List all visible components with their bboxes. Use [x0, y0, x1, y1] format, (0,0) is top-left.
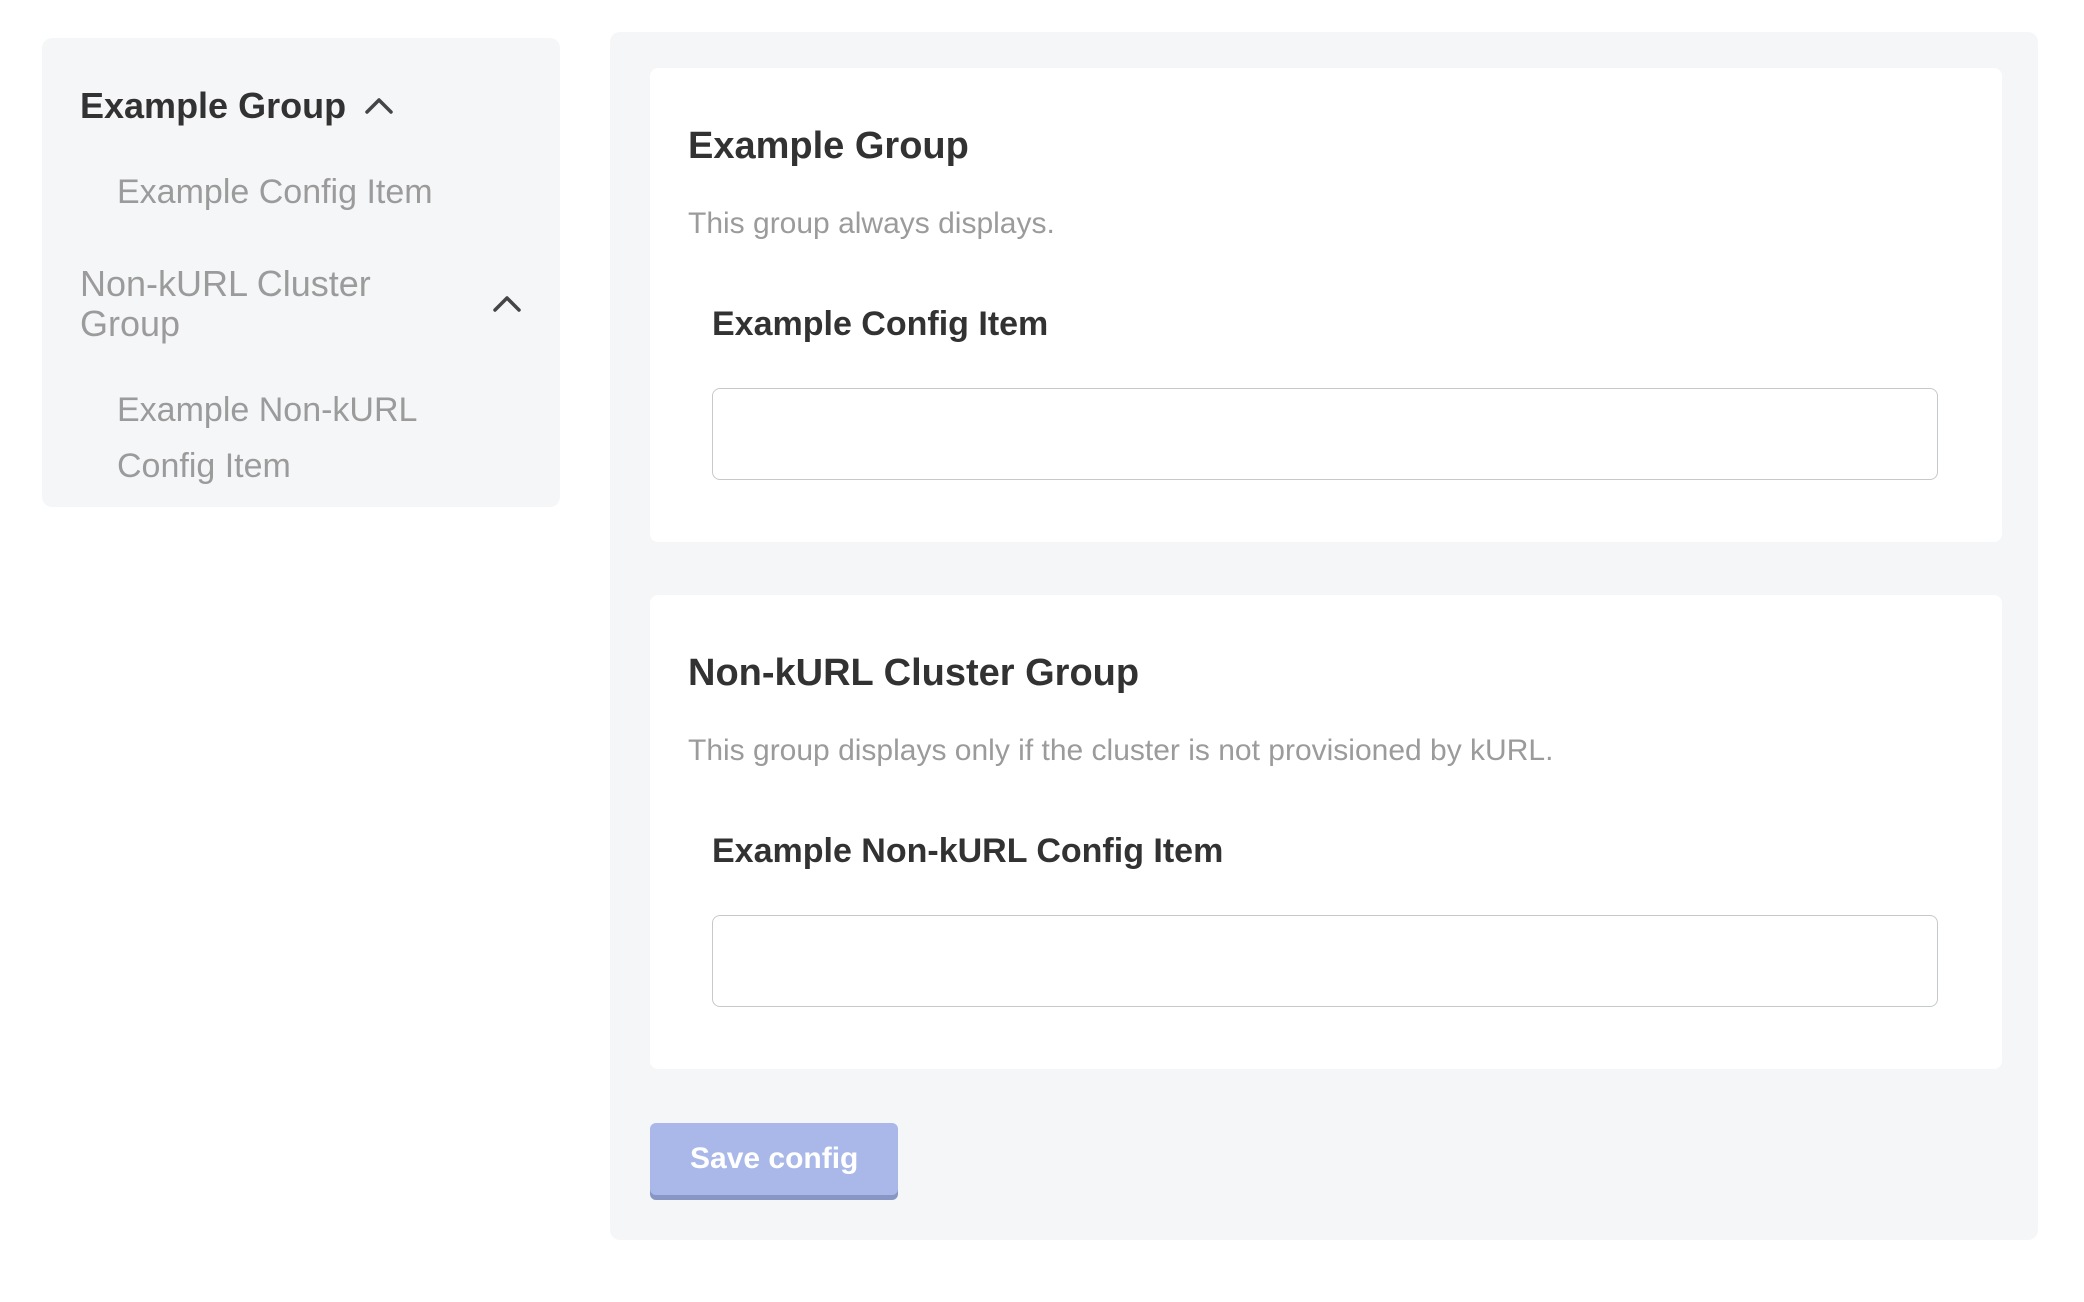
chevron-up-icon [492, 295, 522, 313]
sidebar-group-example-group[interactable]: Example Group [80, 86, 522, 126]
group-description: This group always displays. [688, 206, 1964, 242]
config-item-label: Example Config Item [712, 304, 1938, 344]
group-description: This group displays only if the cluster … [688, 733, 1964, 769]
group-title: Example Group [688, 124, 1964, 168]
config-item-input[interactable] [712, 388, 1938, 480]
save-config-button[interactable]: Save config [650, 1123, 898, 1195]
config-group-card-non-kurl-cluster-group: Non-kURL Cluster Group This group displa… [650, 595, 2002, 1069]
config-group-card-example-group: Example Group This group always displays… [650, 68, 2002, 542]
chevron-up-icon [364, 97, 394, 115]
config-item-input[interactable] [712, 915, 1938, 1007]
sidebar-group-non-kurl-cluster-group[interactable]: Non-kURL Cluster Group [80, 264, 522, 344]
config-sidebar: Example Group Example Config Item Non-kU… [42, 38, 560, 507]
config-item-label: Example Non-kURL Config Item [712, 831, 1938, 871]
group-title: Non-kURL Cluster Group [688, 651, 1964, 695]
config-item: Example Config Item [712, 304, 1938, 480]
config-main-panel: Example Group This group always displays… [610, 32, 2038, 1240]
sidebar-group-label: Non-kURL Cluster Group [80, 264, 474, 344]
sidebar-group-label: Example Group [80, 86, 346, 126]
config-item: Example Non-kURL Config Item [712, 831, 1938, 1007]
sidebar-item-example-non-kurl-config-item[interactable]: Example Non-kURL Config Item [117, 382, 457, 494]
sidebar-item-example-config-item[interactable]: Example Config Item [117, 164, 457, 220]
